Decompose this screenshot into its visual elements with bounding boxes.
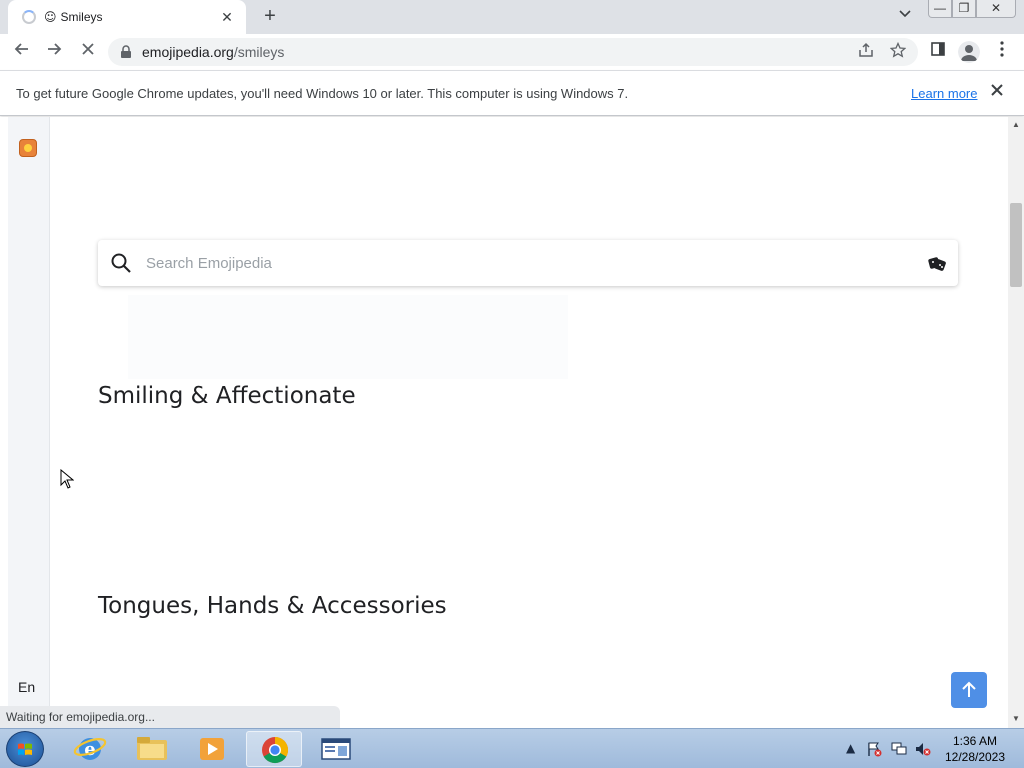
stop-icon [82,43,94,55]
window-restore-button[interactable]: ❐ [952,0,976,18]
loading-placeholder [128,295,568,379]
tray-action-center-icon[interactable] [866,741,882,760]
browser-toolbar: emojipedia.org/smileys [0,34,1024,70]
page-viewport: En Search Emojipedia Smiling & Affection… [0,117,1008,728]
flag-alert-icon [868,742,882,757]
window-minimize-button[interactable]: — [928,0,952,18]
smiley-favicon-icon: ☺ [44,10,57,24]
page-scrollbar[interactable]: ▲ ▼ [1008,117,1024,728]
lock-icon [121,45,131,58]
network-icon [891,742,907,755]
back-to-top-button[interactable] [951,672,987,708]
search-input[interactable]: Search Emojipedia [98,240,958,286]
update-infobar: To get future Google Chrome updates, you… [0,70,1024,116]
share-icon [859,42,873,57]
loading-spinner-icon [22,10,36,24]
random-dice-icon[interactable] [928,254,946,272]
tray-volume-icon[interactable] [914,741,932,760]
learn-more-link[interactable]: Learn more [911,86,977,101]
star-icon [889,41,907,58]
profile-avatar-icon [958,41,980,63]
scroll-down-arrow-icon[interactable]: ▼ [1011,714,1021,724]
taskbar-chrome[interactable] [246,731,302,767]
side-panel-icon [931,42,945,56]
arrow-up-icon [962,681,976,697]
media-player-icon [200,738,224,760]
section-title-smiling: Smiling & Affectionate [98,383,356,409]
taskbar-media-player[interactable] [184,731,240,767]
taskbar-file-explorer[interactable] [124,731,180,767]
arrow-right-icon [48,43,62,55]
tray-show-hidden-icon[interactable]: ▲ [846,741,855,755]
profile-button[interactable] [958,41,980,63]
status-bubble: Waiting for emojipedia.org... [0,706,340,728]
tab-close-icon[interactable]: ✕ [218,9,236,26]
stop-button[interactable] [76,40,100,64]
address-bar[interactable]: emojipedia.org/smileys [108,38,918,66]
kebab-menu-icon [1000,41,1004,57]
internet-explorer-icon: e [73,738,107,760]
taskbar-app[interactable] [308,731,364,767]
new-tab-button[interactable]: + [258,5,282,29]
menu-button[interactable] [991,41,1013,63]
side-panel-button[interactable] [927,41,949,63]
taskbar-internet-explorer[interactable]: e [62,731,118,767]
bookmark-button[interactable] [888,41,908,62]
window-app-icon [321,738,351,760]
chrome-icon [262,736,289,764]
clock-time: 1:36 AM [952,734,998,748]
chevron-down-icon [899,10,911,18]
tab-smileys[interactable]: ☺ Smileys ✕ [8,0,246,34]
emojipedia-logo-icon[interactable] [19,139,37,157]
start-button[interactable] [6,731,44,767]
url-text: emojipedia.org/smileys [142,44,284,60]
tab-search-button[interactable] [895,6,915,26]
folder-icon [137,737,167,760]
close-icon [991,84,1003,96]
window-close-button[interactable]: ✕ [976,0,1016,18]
share-button[interactable] [856,42,876,62]
tray-network-icon[interactable] [890,741,908,760]
search-icon [111,253,131,273]
tab-title: Smileys [60,10,103,24]
scrollbar-thumb[interactable] [1010,203,1022,287]
tab-strip: ☺ Smileys ✕ + — ❐ ✕ [0,0,1024,34]
volume-muted-icon [916,743,931,756]
url-path: /smileys [233,44,285,60]
infobar-close-button[interactable] [990,83,1004,102]
infobar-message: To get future Google Chrome updates, you… [16,86,629,101]
section-title-tongues: Tongues, Hands & Accessories [98,593,447,619]
windows-logo-icon [18,743,32,755]
language-selector[interactable]: En [18,679,35,695]
url-host: emojipedia.org [142,44,234,60]
left-rail: En [8,117,50,728]
forward-button[interactable] [42,40,66,64]
search-placeholder: Search Emojipedia [146,255,272,272]
mouse-cursor-icon [60,469,74,489]
arrow-left-icon [14,43,28,55]
system-clock[interactable]: 1:36 AM 12/28/2023 [940,733,1010,765]
windows-taskbar: e ▲ 1:36 AM 12/28/2023 [0,728,1024,768]
scroll-up-arrow-icon[interactable]: ▲ [1011,120,1021,130]
back-button[interactable] [10,40,34,64]
clock-date: 12/28/2023 [944,750,1006,764]
